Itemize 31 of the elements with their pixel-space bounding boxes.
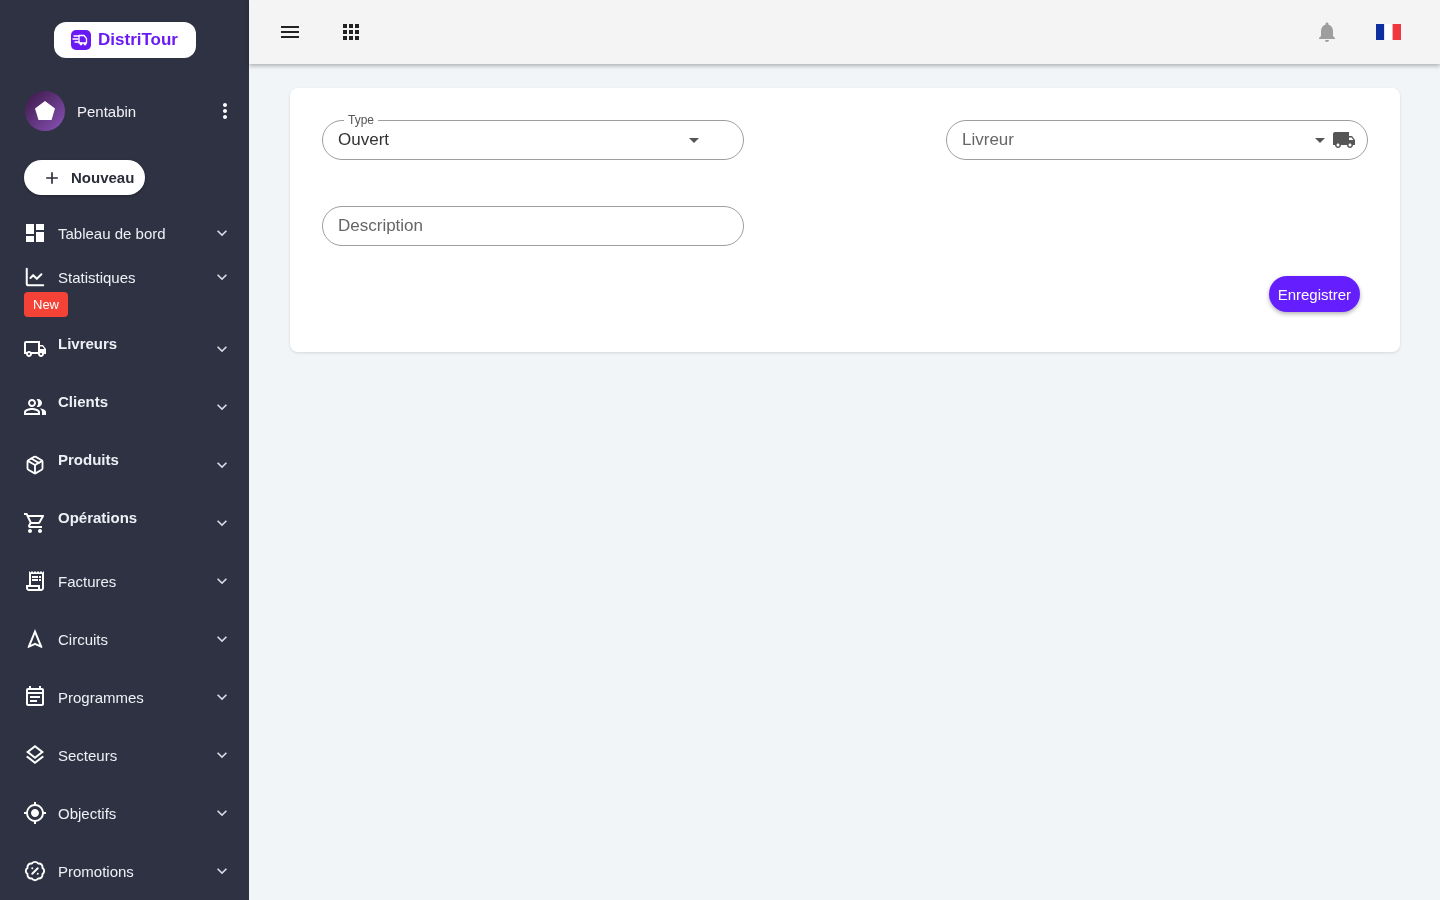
sidebar-item[interactable]: Objectifs bbox=[0, 784, 249, 842]
target-icon bbox=[23, 801, 47, 825]
sidebar-item[interactable]: Promotions bbox=[0, 842, 249, 900]
truck-logo-icon bbox=[71, 30, 91, 50]
percent-badge-icon bbox=[23, 859, 47, 883]
dashboard-icon bbox=[23, 221, 47, 245]
pentagon-avatar-icon bbox=[25, 91, 65, 131]
sidebar-item[interactable]: Livreurs bbox=[0, 320, 249, 378]
sidebar-item[interactable]: Statistiques New bbox=[0, 262, 249, 320]
user-name: Pentabin bbox=[77, 102, 138, 120]
save-button[interactable]: Enregistrer bbox=[1268, 276, 1360, 312]
new-badge: New bbox=[24, 292, 68, 317]
receipt-icon bbox=[23, 569, 47, 593]
cart-icon bbox=[23, 511, 47, 535]
calendar-icon bbox=[23, 685, 47, 709]
sidebar-item[interactable]: Clients bbox=[0, 378, 249, 436]
sidebar-item[interactable]: Opérations bbox=[0, 494, 249, 552]
sidebar-item[interactable]: Produits bbox=[0, 436, 249, 494]
flag-icon[interactable] bbox=[1376, 24, 1401, 40]
field-label: Type bbox=[344, 113, 378, 127]
sidebar-item[interactable]: Programmes bbox=[0, 668, 249, 726]
sidebar-item[interactable]: Circuits bbox=[0, 610, 249, 668]
line-chart-icon bbox=[23, 265, 47, 289]
dropdown-caret-icon bbox=[1315, 137, 1325, 143]
sidebar-item[interactable]: Factures bbox=[0, 552, 249, 610]
description-field[interactable]: Description bbox=[322, 206, 744, 246]
sidebar-item[interactable]: Tableau de bord bbox=[0, 204, 249, 262]
dropdown-caret-icon bbox=[689, 137, 699, 143]
sidebar-item[interactable]: Secteurs bbox=[0, 726, 249, 784]
new-button[interactable]: Nouveau bbox=[24, 160, 145, 195]
logo-link[interactable]: DistriTour bbox=[53, 22, 196, 58]
